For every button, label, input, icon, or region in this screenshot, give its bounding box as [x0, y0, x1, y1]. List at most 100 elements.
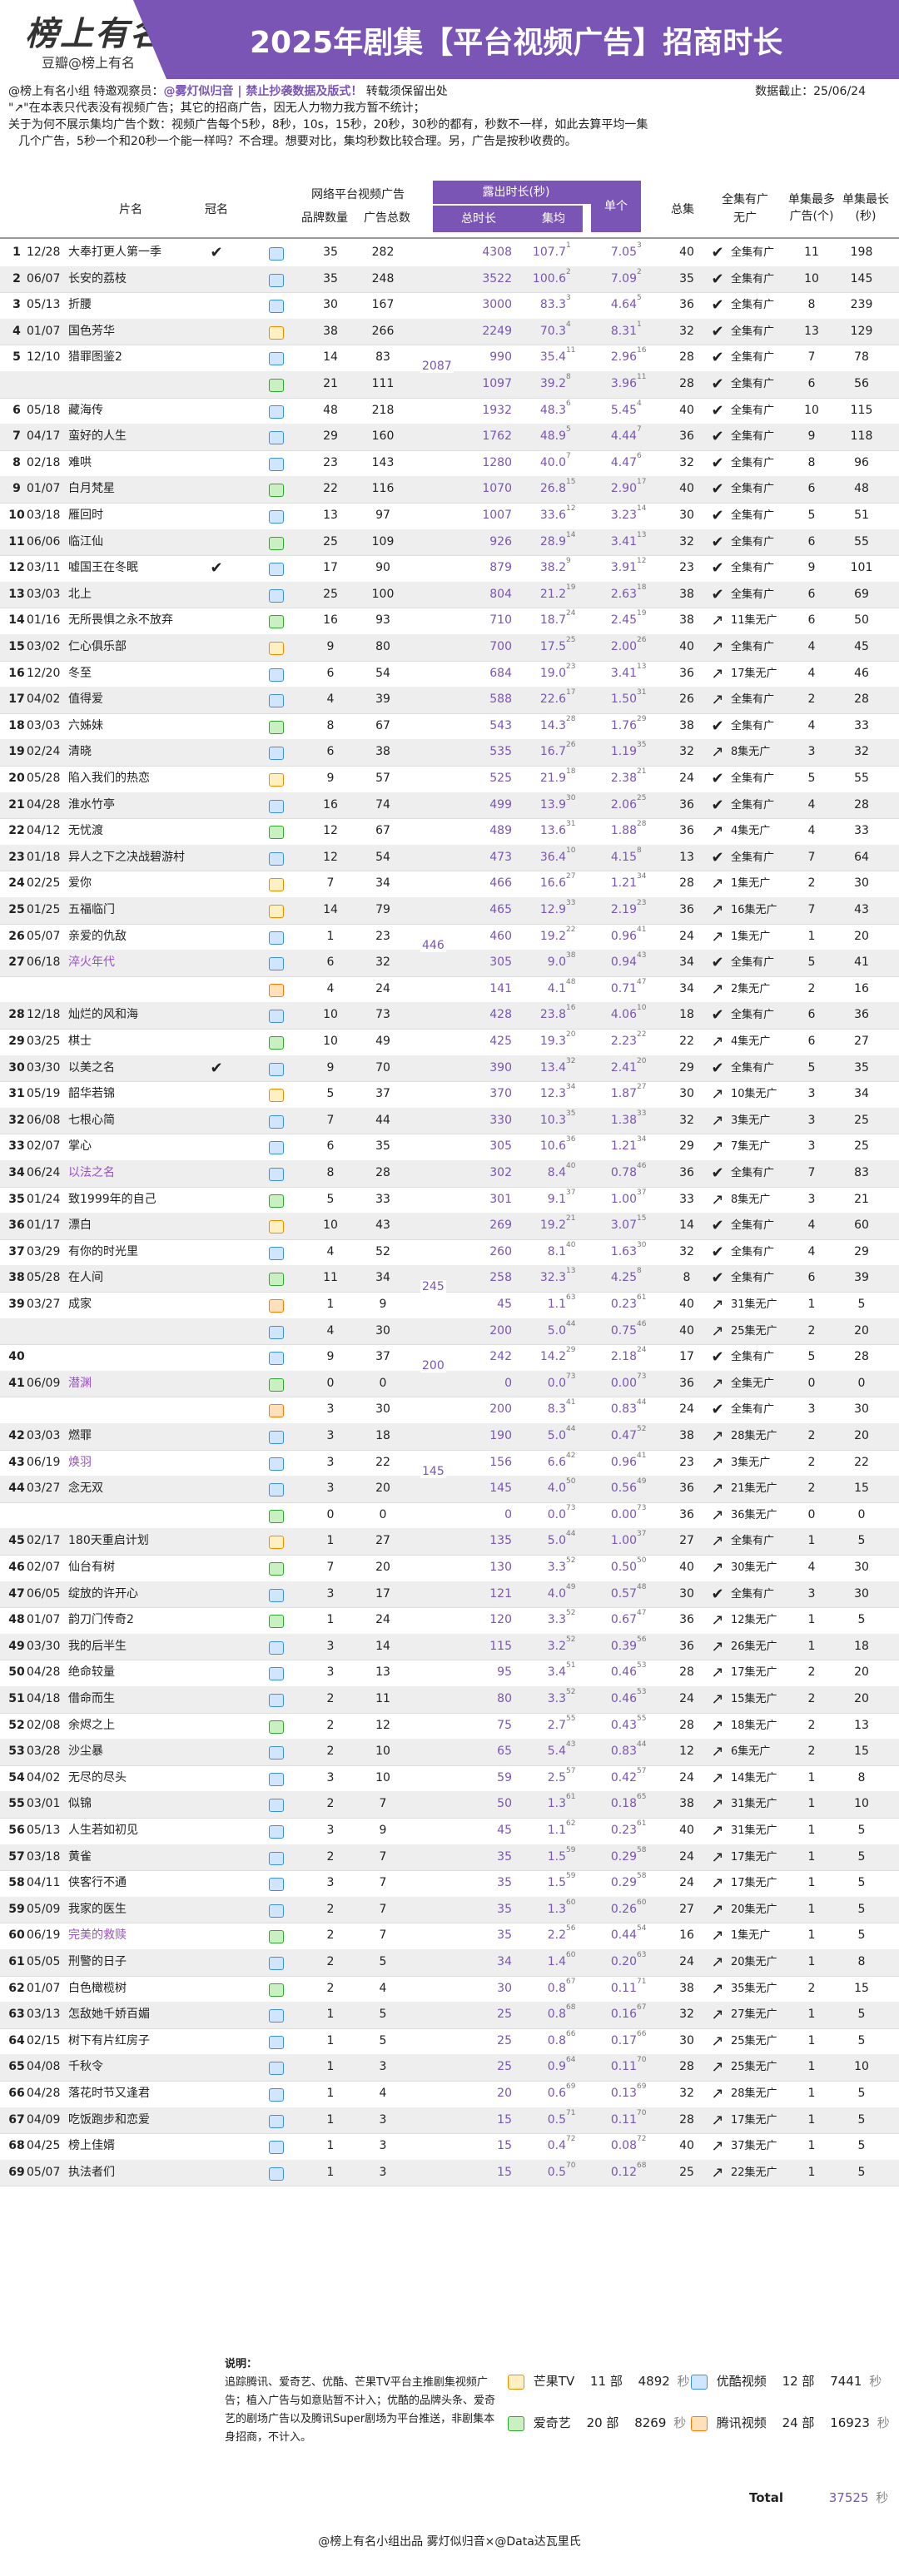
cell-brand: 22: [323, 482, 338, 496]
cell-per_rank: 37: [637, 1530, 647, 1539]
cell-ep_avg: 1.1: [547, 1824, 566, 1837]
status-check-icon: ↗: [711, 691, 724, 709]
table-row: 34 06/24 以法之名 8 28 302 8.4 40 0.78 46 36 ✔ 全集有广 7 83: [0, 1160, 899, 1188]
cell-ad: 57: [375, 772, 390, 785]
header-network-ad: 网络平台视频广告: [311, 188, 405, 201]
cell-rank: 26: [8, 929, 25, 943]
cell-date: 02/24: [27, 745, 61, 759]
header-crown: 冠名: [205, 203, 228, 216]
cell-per_rank: 56: [637, 1635, 647, 1644]
cell-ep_avg: 5.0: [547, 1534, 566, 1548]
status-check-icon: ↗: [711, 1453, 724, 1472]
cell-max_ad: 1: [807, 1849, 816, 1864]
cell-ad: 100: [371, 587, 395, 601]
table-row: 6 05/18 藏海传 48 218 1932 48.3 6 5.45 4 40 ✔ 全集有广 10 115: [0, 398, 899, 425]
cell-full: 17集无广: [731, 667, 777, 680]
cell-eps: 36: [679, 1482, 694, 1496]
cell-ep_rank: 40: [566, 1240, 576, 1249]
cell-ep_rank: 28: [566, 714, 576, 723]
table-row: 48 01/07 韵刀门传奇2 1 24 120 3.3 52 0.67 47 36 ↗ 12集无广 1 5: [0, 1607, 899, 1635]
cell-per: 2.90: [610, 482, 637, 496]
table-row: 26 05/07 亲爱的仇敌 1 23 460 19.2 22 0.96 41 24 ↗ 1集无广 1 20: [0, 924, 899, 951]
cell-ad: 116: [371, 482, 395, 496]
table-row: 17 04/02 值得爱 4 39 588 22.6 17 1.50 31 26 ↗ 全集有广 2 28: [0, 687, 899, 714]
cell-eps: 30: [679, 2033, 694, 2047]
cell-name: 180天重启计划: [68, 1534, 149, 1548]
ytk-icon: [269, 799, 284, 813]
cell-name: 韵刀门传奇2: [68, 1613, 134, 1627]
ytk-icon: [269, 1825, 284, 1839]
ytk-icon: [269, 2035, 284, 2049]
cell-brand: 1: [326, 929, 335, 943]
cell-max_ad: 2: [807, 1745, 816, 1759]
cell-date: 04/08: [27, 2060, 61, 2074]
cell-date: 06/06: [27, 534, 61, 548]
cell-max_len: 101: [850, 561, 873, 575]
cell-date: 04/28: [27, 1665, 61, 1680]
cell-per: 0.96: [610, 1455, 637, 1469]
cell-ep_avg: 0.8: [547, 1981, 566, 1995]
cell-name: 黄雀: [68, 1849, 92, 1864]
cell-ep_rank: 12: [566, 504, 576, 513]
cell-name: 值得爱: [68, 692, 103, 707]
table-row: 43 06/19 焕羽 3 22 156 6.6 42 0.96 41 23 ↗ 3集无广 2 22: [0, 1450, 899, 1477]
cell-ep_rank: 29: [566, 1346, 576, 1355]
cell-ep_rank: 32: [566, 1056, 576, 1065]
cell-ep_rank: 17: [566, 688, 576, 697]
cell-name: 借命而生: [68, 1692, 115, 1705]
cell-per_rank: 70: [637, 2108, 647, 2117]
cell-name: 无尽的尽头: [68, 1770, 127, 1784]
cell-max_len: 8: [857, 1770, 866, 1784]
cell-per_rank: 69: [637, 2082, 647, 2091]
cell-ad: 70: [375, 1060, 390, 1075]
cell-ad: 35: [375, 1139, 390, 1154]
cell-max_len: 13: [854, 1718, 869, 1732]
table-row: 42 03/03 燃罪 3 18 190 5.0 44 0.47 52 38 ↗ 28集无广 2 20: [0, 1423, 899, 1451]
status-check-icon: ↗: [711, 1690, 724, 1708]
cell-date: 05/09: [27, 1902, 61, 1916]
cell-ep_rank: 1: [566, 241, 571, 250]
cell-rank: 6: [12, 403, 21, 417]
cell-full: 全集有广: [731, 1167, 775, 1179]
cell-full: 1集无广: [731, 930, 771, 943]
cell-max_len: 0: [857, 1376, 866, 1390]
cell-full: 18集无广: [731, 1719, 777, 1732]
cell-ad: 0: [379, 1507, 387, 1521]
cell-brand: 6: [326, 745, 335, 759]
cell-max_ad: 1: [807, 2165, 816, 2179]
cell-ep_avg: 14.3: [539, 718, 566, 732]
cell-per: 0.29: [610, 1876, 637, 1890]
cell-brand: 3: [326, 1665, 335, 1680]
cell-ep_avg: 1.4: [547, 1955, 566, 1968]
cell-ad: 4: [379, 1981, 387, 1995]
cell-full: 全集有广: [731, 693, 775, 707]
cell-rank: 47: [8, 1586, 25, 1601]
cell-full: 20集无广: [731, 1903, 777, 1916]
cell-total: 370: [489, 1087, 512, 1101]
cell-total: 135: [489, 1534, 512, 1548]
cell-eps: 14: [679, 1219, 694, 1233]
cell-ep_avg: 21.9: [539, 772, 566, 785]
cell-total: 543: [489, 718, 512, 732]
cell-per: 2.18: [610, 1350, 637, 1364]
status-check-icon: ↗: [711, 1848, 724, 1866]
cell-total: 80: [497, 1692, 512, 1705]
cell-rank: 62: [8, 1981, 25, 1995]
cell-ad: 10: [375, 1770, 390, 1784]
cell-per: 0.23: [610, 1298, 637, 1311]
cell-rank: 48: [8, 1613, 25, 1627]
cell-name: 燃罪: [68, 1429, 92, 1442]
cell-max_len: 55: [854, 772, 869, 785]
cell-brand: 2: [326, 1902, 335, 1916]
status-check-icon: ↗: [711, 638, 724, 656]
cell-eps: 34: [679, 955, 694, 970]
cell-per_rank: 25: [637, 793, 647, 802]
cell-per: 4.25: [610, 1271, 637, 1285]
ytk-icon: [269, 2141, 284, 2155]
status-check-icon: ↗: [711, 1111, 724, 1129]
mg-icon: [269, 905, 284, 918]
cell-max_len: 28: [854, 797, 869, 812]
total: Total 37525 秒: [749, 2490, 889, 2505]
aqy-icon: [269, 1377, 284, 1392]
cell-ep_avg: 8.3: [547, 1402, 566, 1417]
